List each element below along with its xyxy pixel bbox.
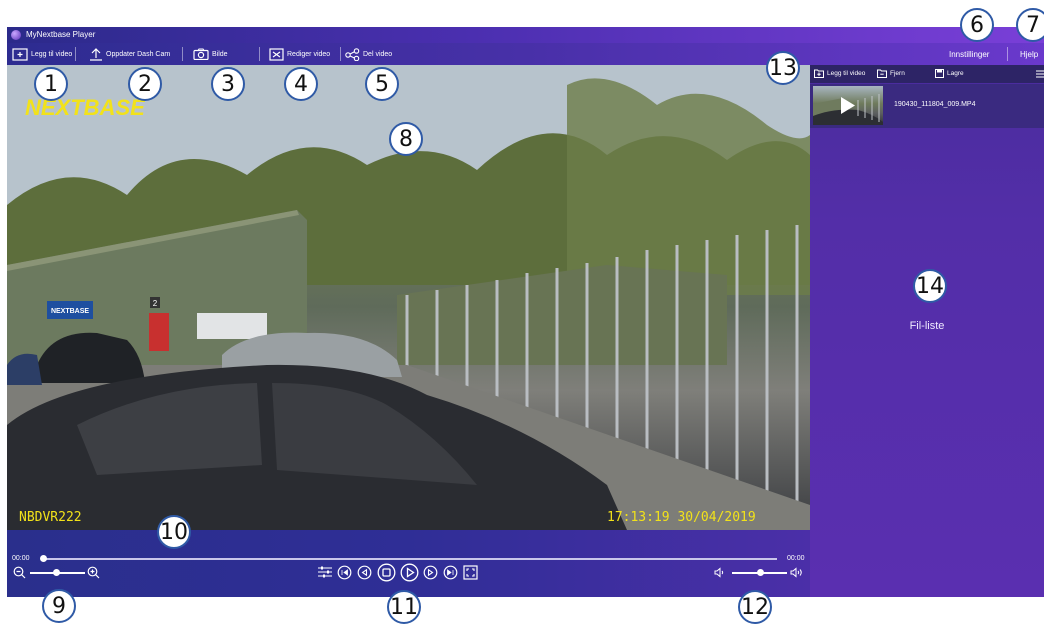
adjustments-icon[interactable] [317, 565, 333, 579]
callout-5: 5 [365, 67, 399, 101]
edit-video-icon [269, 47, 284, 61]
sidebar-add-video-label: Legg til video [827, 70, 866, 77]
upload-icon [90, 48, 102, 61]
file-name: 190430_111804_009.MP4 [894, 101, 976, 108]
next-frame-icon[interactable] [423, 565, 438, 580]
remove-label: Fjern [890, 70, 905, 77]
save-icon [935, 69, 944, 78]
update-dashcam-button[interactable]: Oppdater Dash Cam [89, 46, 170, 62]
skip-to-start-icon[interactable] [337, 565, 352, 580]
window-title: MyNextbase Player [26, 30, 96, 39]
skip-to-end-icon[interactable] [443, 565, 458, 580]
camera-icon [193, 48, 209, 60]
edit-video-label: Rediger video [287, 50, 331, 58]
menu-icon[interactable] [1036, 70, 1044, 78]
callout-14: 14 [913, 269, 947, 303]
callout-7: 7 [1016, 8, 1044, 42]
current-time: 00:00 [12, 555, 30, 562]
photo-label: Bilde [212, 50, 228, 58]
callout-10: 10 [157, 515, 191, 549]
help-button[interactable]: Hjelp [1020, 46, 1038, 62]
callout-8: 8 [389, 122, 423, 156]
update-dashcam-label: Oppdater Dash Cam [106, 50, 171, 58]
edit-video-button[interactable]: Rediger video [269, 46, 330, 62]
playback-controls: 00:00 00:00 [7, 530, 810, 597]
callout-11: 11 [387, 590, 421, 624]
thumbnail-image [813, 94, 883, 125]
callout-4: 4 [284, 67, 318, 101]
volume-down-icon[interactable] [714, 567, 725, 578]
main-toolbar: Legg til video Oppdater Dash Cam Bilde R… [7, 43, 1044, 65]
file-list-panel: Legg til video Fjern Lagre 190430_111804… [810, 65, 1044, 597]
total-time: 00:00 [787, 555, 805, 562]
settings-button[interactable]: Innstillinger [949, 46, 989, 62]
add-folder-icon [814, 69, 824, 78]
save-button[interactable]: Lagre [935, 69, 964, 78]
callout-9: 9 [42, 589, 76, 623]
previous-frame-icon[interactable] [357, 565, 372, 580]
mynextbase-player-window: MyNextbase Player Legg til video Oppdate… [7, 27, 1044, 597]
sidebar-add-video-button[interactable]: Legg til video [814, 69, 865, 78]
title-bar: MyNextbase Player [7, 27, 1044, 43]
timestamp-overlay: 17:13:19 30/04/2019 [607, 510, 756, 525]
help-label: Hjelp [1020, 49, 1039, 59]
building-sign-text: NEXTBASE [51, 308, 89, 315]
callout-12: 12 [738, 590, 772, 624]
add-video-label: Legg til video [31, 50, 73, 58]
callout-3: 3 [211, 67, 245, 101]
share-video-button[interactable]: Del video [345, 46, 392, 62]
add-video-button[interactable]: Legg til video [12, 46, 72, 62]
toolbar-divider [340, 47, 341, 61]
toolbar-divider [1007, 47, 1008, 61]
toolbar-divider [259, 47, 260, 61]
save-label: Lagre [947, 70, 964, 77]
app-logo-icon [11, 30, 21, 40]
zoom-out-icon[interactable] [13, 566, 26, 579]
stop-icon[interactable] [377, 563, 396, 582]
share-video-label: Del video [363, 50, 393, 58]
file-list-toolbar: Legg til video Fjern Lagre [810, 65, 1044, 83]
zoom-in-icon[interactable] [87, 566, 100, 579]
play-icon[interactable] [400, 563, 419, 582]
callout-2: 2 [128, 67, 162, 101]
seek-bar[interactable] [42, 558, 777, 560]
seek-handle[interactable] [40, 555, 47, 562]
remove-folder-icon [877, 69, 887, 78]
settings-label: Innstillinger [949, 49, 990, 59]
remove-button[interactable]: Fjern [877, 69, 905, 78]
fullscreen-icon[interactable] [463, 565, 478, 580]
file-list-label: Fil-liste [909, 320, 945, 332]
share-icon [345, 47, 360, 61]
building-number: 2 [153, 299, 158, 308]
zoom-handle[interactable] [53, 569, 60, 576]
file-list-item[interactable]: 190430_111804_009.MP4 [810, 84, 1044, 128]
callout-13: 13 [766, 51, 800, 85]
callout-1: 1 [34, 67, 68, 101]
video-thumbnail [813, 86, 883, 125]
add-video-icon [12, 47, 28, 61]
callout-6: 6 [960, 8, 994, 42]
toolbar-divider [75, 47, 76, 61]
volume-handle[interactable] [757, 569, 764, 576]
device-id-overlay: NBDVR222 [19, 510, 82, 525]
volume-up-icon[interactable] [790, 567, 804, 578]
toolbar-divider [182, 47, 183, 61]
photo-button[interactable]: Bilde [193, 46, 228, 62]
